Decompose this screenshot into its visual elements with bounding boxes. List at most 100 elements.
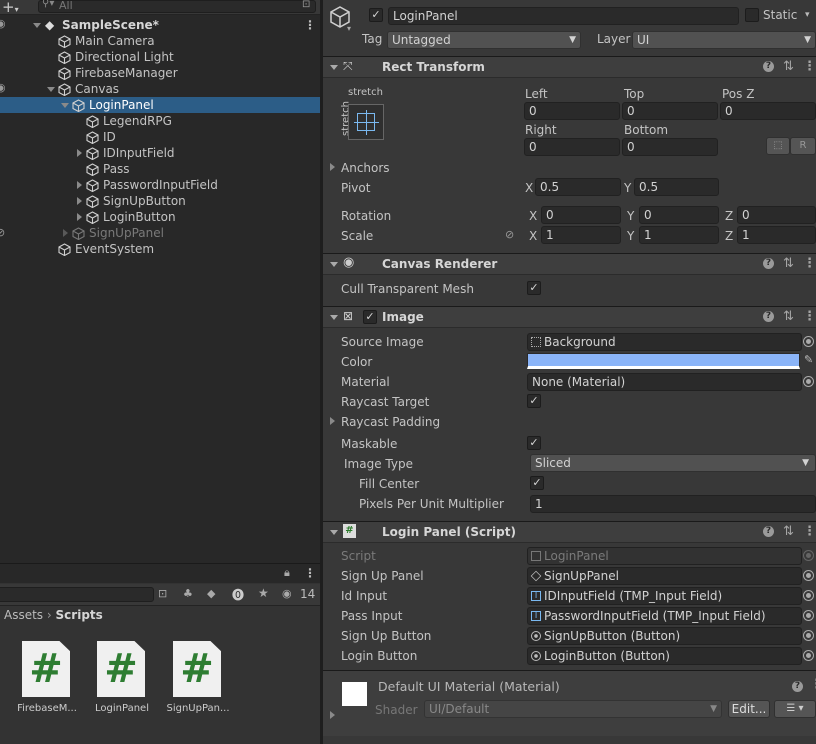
hierarchy-item[interactable]: SignUpPanel [0, 225, 320, 241]
fold-icon[interactable] [47, 87, 55, 92]
scale-y-label[interactable]: Y [627, 229, 634, 243]
search-type-icon[interactable]: ⊡ [302, 0, 310, 10]
scale-y-field[interactable]: 1 [639, 226, 719, 244]
scale-x-field[interactable]: 1 [541, 226, 621, 244]
constrain-proportions-icon[interactable]: ⊘ [505, 228, 514, 241]
component-menu-icon[interactable]: ⋮ [803, 525, 816, 539]
maskable-checkbox[interactable]: ✓ [527, 436, 541, 450]
material-fold-icon[interactable] [330, 711, 335, 719]
script-field-value[interactable]: I IDInputField (TMP_Input Field) [527, 587, 802, 605]
object-picker-icon[interactable] [803, 590, 814, 601]
object-picker-icon[interactable] [803, 376, 814, 387]
shader-options-button[interactable]: ☰ ▾ [774, 700, 816, 718]
bottom-field[interactable]: 0 [622, 138, 718, 156]
component-menu-icon[interactable]: ⋮ [810, 678, 816, 692]
help-icon[interactable]: ? [763, 258, 774, 269]
hierarchy-item[interactable]: LoginPanel [0, 97, 320, 113]
hierarchy-item[interactable]: Main Camera [0, 33, 320, 49]
add-button[interactable]: +▾ [2, 0, 19, 16]
fold-icon[interactable] [330, 530, 338, 535]
fold-icon[interactable] [330, 262, 338, 267]
pivot-x-label[interactable]: X [525, 181, 533, 195]
right-field[interactable]: 0 [524, 138, 620, 156]
warning-filter-icon[interactable]: ⓿ [232, 586, 244, 603]
object-picker-icon[interactable] [803, 336, 814, 347]
pivot-y-field[interactable]: 0.5 [634, 178, 719, 196]
pivot-x-field[interactable]: 0.5 [535, 178, 621, 196]
anchor-presets-button[interactable] [348, 104, 384, 140]
preset-icon[interactable]: ⇅ [783, 525, 794, 539]
hierarchy-item[interactable]: LoginButton [0, 209, 320, 225]
fold-icon[interactable] [63, 229, 68, 237]
fold-icon[interactable] [77, 213, 82, 221]
static-dropdown-icon[interactable]: ▾ [805, 10, 810, 20]
login-panel-script-header[interactable]: # Login Panel (Script) ? ⇅ ⋮ [323, 521, 816, 543]
image-header[interactable]: ⊠ ✓ Image ? ⇅ ⋮ [323, 306, 816, 328]
lock-icon[interactable]: 🔒︎ [284, 566, 290, 580]
left-field[interactable]: 0 [524, 102, 620, 120]
hierarchy-item[interactable]: Directional Light [0, 49, 320, 65]
gameobject-icon-dropdown[interactable]: ▾ [347, 24, 351, 33]
script-field-value[interactable]: I PasswordInputField (TMP_Input Field) [527, 607, 802, 625]
component-menu-icon[interactable]: ⋮ [803, 310, 816, 324]
scale-x-label[interactable]: X [529, 229, 537, 243]
fold-icon[interactable] [330, 65, 338, 70]
fold-icon[interactable] [330, 315, 338, 320]
rotation-z-field[interactable]: 0 [737, 206, 816, 224]
hierarchy-item[interactable]: LegendRPG [0, 113, 320, 129]
help-icon[interactable]: ? [763, 61, 774, 72]
preset-icon[interactable]: ⇅ [783, 257, 794, 271]
scale-z-label[interactable]: Z [725, 229, 733, 243]
rotation-z-label[interactable]: Z [725, 209, 733, 223]
scene-menu-icon[interactable]: ⋮ [304, 17, 316, 33]
help-icon[interactable]: ? [763, 311, 774, 322]
fold-icon[interactable] [61, 103, 69, 108]
hierarchy-item[interactable]: PasswordInputField [0, 177, 320, 193]
static-checkbox[interactable] [745, 8, 759, 22]
anchors-label[interactable]: Anchors [341, 161, 390, 175]
material-field[interactable]: None (Material) [527, 373, 802, 391]
object-picker-icon[interactable] [803, 630, 814, 641]
script-field-value[interactable]: LoginButton (Button) [527, 647, 802, 665]
hierarchy-item[interactable]: Canvas [0, 81, 320, 97]
canvas-renderer-header[interactable]: ◉ Canvas Renderer ? ⇅ ⋮ [323, 253, 816, 275]
preset-icon[interactable]: ⇅ [783, 60, 794, 74]
help-icon[interactable]: ? [763, 526, 774, 537]
raycast-target-checkbox[interactable]: ✓ [527, 394, 541, 408]
color-swatch[interactable] [527, 353, 800, 369]
panel-menu-icon[interactable]: ⋮ [304, 566, 316, 580]
fold-icon[interactable] [77, 197, 82, 205]
project-search-field[interactable] [0, 587, 154, 602]
label-icon[interactable]: ◆ [207, 587, 215, 600]
asset-item[interactable]: # SignUpPan... [163, 641, 233, 721]
rotation-x-label[interactable]: X [529, 209, 537, 223]
object-name-field[interactable]: LoginPanel [388, 7, 739, 25]
hidden-count-icon[interactable]: ◉ [282, 587, 292, 600]
image-type-dropdown[interactable]: Sliced ▼ [530, 454, 816, 472]
cull-transparent-checkbox[interactable]: ✓ [527, 281, 541, 295]
active-checkbox[interactable]: ✓ [369, 8, 383, 22]
rotation-x-field[interactable]: 0 [541, 206, 621, 224]
image-enabled-checkbox[interactable]: ✓ [363, 310, 377, 324]
search-field[interactable]: ⚲▾ All ⊡ [38, 0, 316, 13]
posz-field[interactable]: 0 [720, 102, 816, 120]
ppu-multiplier-field[interactable]: 1 [530, 495, 816, 513]
hierarchy-item[interactable]: ID [0, 129, 320, 145]
fill-center-checkbox[interactable]: ✓ [530, 476, 544, 490]
filter-type-icon[interactable]: ♣ [183, 587, 193, 600]
asset-item[interactable]: # FirebaseM... [12, 641, 82, 721]
rotation-y-label[interactable]: Y [627, 209, 634, 223]
breadcrumb-assets[interactable]: Assets [4, 608, 43, 622]
raycast-padding-label[interactable]: Raycast Padding [341, 415, 440, 429]
rotation-y-field[interactable]: 0 [639, 206, 719, 224]
script-field-value[interactable]: SignUpButton (Button) [527, 627, 802, 645]
fold-icon[interactable] [77, 149, 82, 157]
hierarchy-item[interactable]: Pass [0, 161, 320, 177]
preset-icon[interactable]: ⇅ [783, 310, 794, 324]
top-field[interactable]: 0 [622, 102, 718, 120]
component-menu-icon[interactable]: ⋮ [803, 257, 816, 271]
hierarchy-item[interactable]: IDInputField [0, 145, 320, 161]
tag-dropdown[interactable]: Untagged ▼ [387, 31, 581, 49]
component-menu-icon[interactable]: ⋮ [803, 60, 816, 74]
hierarchy-item[interactable]: FirebaseManager [0, 65, 320, 81]
